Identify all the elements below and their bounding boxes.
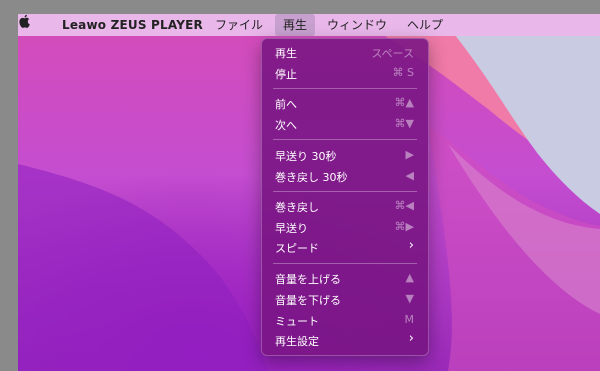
menu-item-fast-forward[interactable]: 早送り ⌘▶ bbox=[262, 218, 428, 236]
shortcut-text: ⌘◀ bbox=[394, 199, 414, 212]
menu-item-rewind[interactable]: 巻き戻し ⌘◀ bbox=[262, 197, 428, 215]
menu-item-label: 早送り bbox=[275, 222, 308, 235]
app-name-menu[interactable]: Leawo ZEUS PLAYER bbox=[62, 18, 203, 32]
menu-item-volume-down[interactable]: 音量を下げる ▼ bbox=[262, 290, 428, 308]
playback-dropdown-menu: 再生 スペース 停止 ⌘ S 前へ ⌘▲ 次へ ⌘▼ 早送り 30秒 ▶ 巻き戻… bbox=[261, 38, 429, 356]
shortcut-text: ⌘ S bbox=[392, 66, 414, 79]
menu-item-label: 音量を上げる bbox=[275, 273, 341, 286]
menu-item-previous[interactable]: 前へ ⌘▲ bbox=[262, 94, 428, 112]
menu-separator bbox=[273, 191, 417, 192]
shortcut-text: M bbox=[404, 313, 415, 326]
menu-item-stop[interactable]: 停止 ⌘ S bbox=[262, 64, 428, 82]
menu-item-label: 再生設定 bbox=[275, 335, 319, 348]
menu-item-playback-settings[interactable]: 再生設定 › bbox=[262, 331, 428, 349]
menu-item-label: 次へ bbox=[275, 119, 297, 132]
menu-item-rewind-30s[interactable]: 巻き戻し 30秒 ◀ bbox=[262, 167, 428, 185]
menu-help[interactable]: ヘルプ bbox=[399, 14, 451, 36]
shortcut-text: ⌘▼ bbox=[394, 117, 414, 130]
menu-item-label: スピード bbox=[275, 242, 319, 255]
shortcut-text: ◀ bbox=[405, 169, 414, 182]
menu-item-label: 音量を下げる bbox=[275, 294, 341, 307]
menu-item-mute[interactable]: ミュート M bbox=[262, 311, 428, 329]
shortcut-text: ▼ bbox=[405, 292, 414, 305]
menu-item-play[interactable]: 再生 スペース bbox=[262, 43, 428, 61]
shortcut-text: スペース bbox=[371, 47, 414, 60]
shortcut-text: ⌘▶ bbox=[394, 220, 414, 233]
shortcut-text: ▶ bbox=[405, 148, 414, 161]
chevron-right-icon: › bbox=[408, 238, 414, 253]
menu-item-forward-30s[interactable]: 早送り 30秒 ▶ bbox=[262, 146, 428, 164]
menu-item-label: 巻き戻し bbox=[275, 201, 319, 214]
menu-separator bbox=[273, 139, 417, 140]
menu-bar: Leawo ZEUS PLAYER ファイル 再生 ウィンドウ ヘルプ bbox=[18, 14, 600, 36]
menu-file[interactable]: ファイル bbox=[207, 14, 271, 36]
menu-item-volume-up[interactable]: 音量を上げる ▲ bbox=[262, 269, 428, 287]
menu-separator bbox=[273, 88, 417, 89]
menu-item-speed[interactable]: スピード › bbox=[262, 238, 428, 256]
menu-window[interactable]: ウィンドウ bbox=[319, 14, 395, 36]
menu-playback[interactable]: 再生 bbox=[274, 14, 315, 36]
menu-item-label: 停止 bbox=[275, 68, 297, 81]
menu-item-label: 再生 bbox=[275, 47, 297, 60]
menu-item-label: 前へ bbox=[275, 98, 297, 111]
menu-separator bbox=[273, 263, 417, 264]
shortcut-text: ▲ bbox=[405, 271, 414, 284]
menu-item-label: 早送り 30秒 bbox=[275, 150, 337, 163]
menu-item-label: 巻き戻し 30秒 bbox=[275, 171, 348, 184]
menu-item-next[interactable]: 次へ ⌘▼ bbox=[262, 115, 428, 133]
menu-item-label: ミュート bbox=[275, 315, 319, 328]
chevron-right-icon: › bbox=[408, 331, 414, 346]
shortcut-text: ⌘▲ bbox=[394, 96, 414, 109]
